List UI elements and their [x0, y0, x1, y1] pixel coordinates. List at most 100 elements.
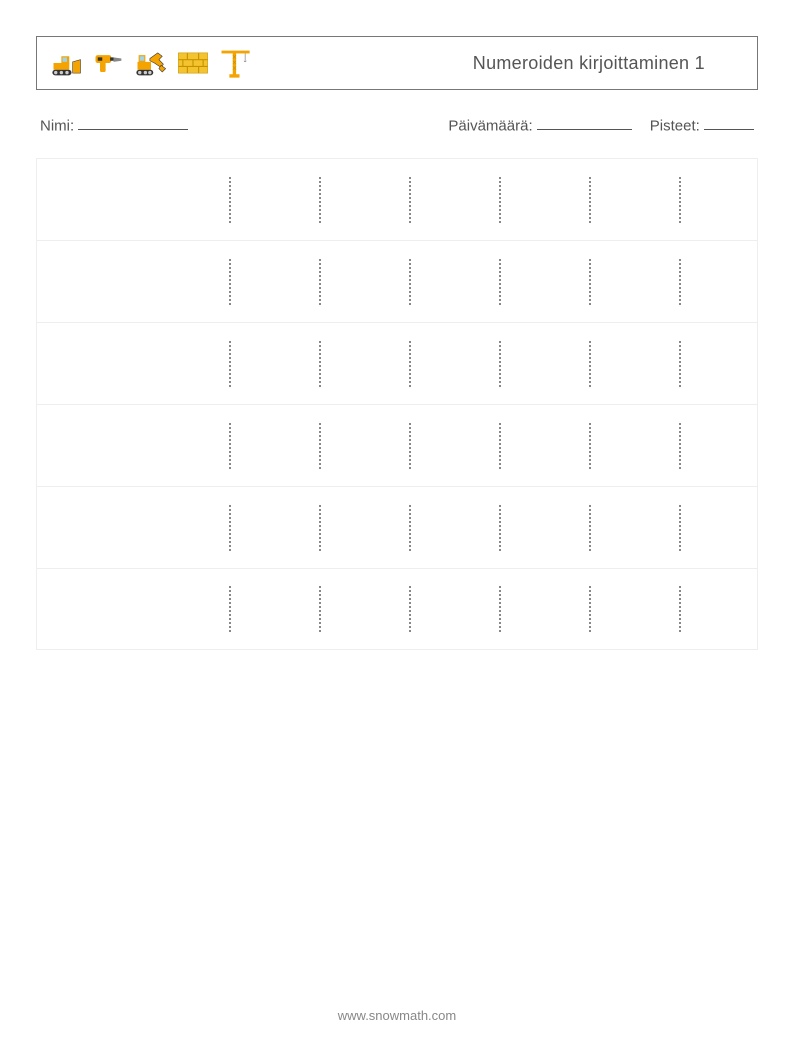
- tracing-cell[interactable]: [545, 505, 635, 551]
- tracing-cell[interactable]: [275, 586, 365, 632]
- tracing-row: [36, 240, 758, 322]
- trace-number-1: [679, 177, 681, 223]
- trace-number-1: [229, 423, 231, 469]
- trace-number-1: [679, 505, 681, 551]
- tracing-cell[interactable]: [365, 259, 455, 305]
- tracing-cell[interactable]: [455, 341, 545, 387]
- tracing-row: [36, 404, 758, 486]
- trace-number-1: [229, 259, 231, 305]
- trace-number-1: [229, 341, 231, 387]
- tracing-cell[interactable]: [185, 505, 275, 551]
- tracing-cell[interactable]: [275, 423, 365, 469]
- trace-number-1: [589, 505, 591, 551]
- header-icons: [49, 45, 253, 81]
- tracing-cell[interactable]: [545, 341, 635, 387]
- trace-number-1: [319, 505, 321, 551]
- footer: www.snowmath.com: [0, 1008, 794, 1023]
- tracing-cell[interactable]: [275, 505, 365, 551]
- trace-number-1: [409, 423, 411, 469]
- name-field: Nimi:: [40, 116, 188, 134]
- tracing-cell[interactable]: [635, 586, 725, 632]
- trace-number-1: [589, 177, 591, 223]
- worksheet-title: Numeroiden kirjoittaminen 1: [473, 53, 745, 74]
- trace-number-1: [319, 423, 321, 469]
- tracing-cell[interactable]: [635, 259, 725, 305]
- trace-number-1: [499, 586, 501, 632]
- trace-number-1: [499, 259, 501, 305]
- tracing-grid: [36, 158, 758, 650]
- tracing-cell[interactable]: [455, 586, 545, 632]
- tracing-cell[interactable]: [365, 341, 455, 387]
- tracing-cell[interactable]: [275, 341, 365, 387]
- trace-number-1: [409, 177, 411, 223]
- name-blank[interactable]: [78, 116, 188, 130]
- tracing-cell[interactable]: [545, 586, 635, 632]
- tracing-cell[interactable]: [635, 505, 725, 551]
- drill-icon: [91, 45, 127, 81]
- trace-number-1: [679, 341, 681, 387]
- tracing-cell[interactable]: [365, 423, 455, 469]
- tracing-row: [36, 568, 758, 650]
- tracing-cell[interactable]: [545, 259, 635, 305]
- info-right: Päivämäärä: Pisteet:: [448, 116, 754, 134]
- trace-number-1: [319, 586, 321, 632]
- score-field: Pisteet:: [650, 116, 754, 134]
- trace-number-1: [589, 341, 591, 387]
- tracing-cell[interactable]: [635, 341, 725, 387]
- header-box: Numeroiden kirjoittaminen 1: [36, 36, 758, 90]
- name-label: Nimi:: [40, 117, 74, 134]
- trace-number-1: [499, 505, 501, 551]
- trace-number-1: [229, 177, 231, 223]
- trace-number-1: [679, 423, 681, 469]
- tracing-cell[interactable]: [635, 177, 725, 223]
- tracing-cell[interactable]: [455, 177, 545, 223]
- tracing-cell[interactable]: [185, 586, 275, 632]
- tracing-row: [36, 486, 758, 568]
- tracing-row: [36, 322, 758, 404]
- trace-number-1: [499, 423, 501, 469]
- score-blank[interactable]: [704, 116, 754, 130]
- trace-number-1: [589, 586, 591, 632]
- tracing-row: [36, 158, 758, 240]
- tracing-cell[interactable]: [365, 505, 455, 551]
- trace-number-1: [409, 341, 411, 387]
- tracing-cell[interactable]: [275, 177, 365, 223]
- tracing-cell[interactable]: [185, 341, 275, 387]
- trace-number-1: [409, 505, 411, 551]
- tracing-cell[interactable]: [365, 586, 455, 632]
- date-field: Päivämäärä:: [448, 116, 631, 134]
- trace-number-1: [319, 259, 321, 305]
- tracing-cell[interactable]: [275, 259, 365, 305]
- tracing-cell[interactable]: [455, 259, 545, 305]
- tracing-cell[interactable]: [635, 423, 725, 469]
- trace-number-1: [409, 586, 411, 632]
- bulldozer-icon: [49, 45, 85, 81]
- trace-number-1: [409, 259, 411, 305]
- tracing-cell[interactable]: [185, 177, 275, 223]
- trace-number-1: [679, 259, 681, 305]
- tracing-cell[interactable]: [545, 423, 635, 469]
- trace-number-1: [229, 505, 231, 551]
- trace-number-1: [589, 423, 591, 469]
- worksheet-page: Numeroiden kirjoittaminen 1 Nimi: Päiväm…: [0, 0, 794, 1053]
- tracing-cell[interactable]: [455, 423, 545, 469]
- info-row: Nimi: Päivämäärä: Pisteet:: [36, 116, 758, 134]
- trace-number-1: [499, 341, 501, 387]
- brick-wall-icon: [175, 45, 211, 81]
- trace-number-1: [229, 586, 231, 632]
- crane-icon: [217, 45, 253, 81]
- date-label: Päivämäärä:: [448, 117, 532, 134]
- excavator-icon: [133, 45, 169, 81]
- tracing-cell[interactable]: [365, 177, 455, 223]
- trace-number-1: [679, 586, 681, 632]
- trace-number-1: [499, 177, 501, 223]
- tracing-cell[interactable]: [185, 259, 275, 305]
- trace-number-1: [319, 177, 321, 223]
- tracing-cell[interactable]: [455, 505, 545, 551]
- tracing-cell[interactable]: [185, 423, 275, 469]
- trace-number-1: [589, 259, 591, 305]
- footer-text: www.snowmath.com: [338, 1008, 456, 1023]
- tracing-cell[interactable]: [545, 177, 635, 223]
- trace-number-1: [319, 341, 321, 387]
- date-blank[interactable]: [537, 116, 632, 130]
